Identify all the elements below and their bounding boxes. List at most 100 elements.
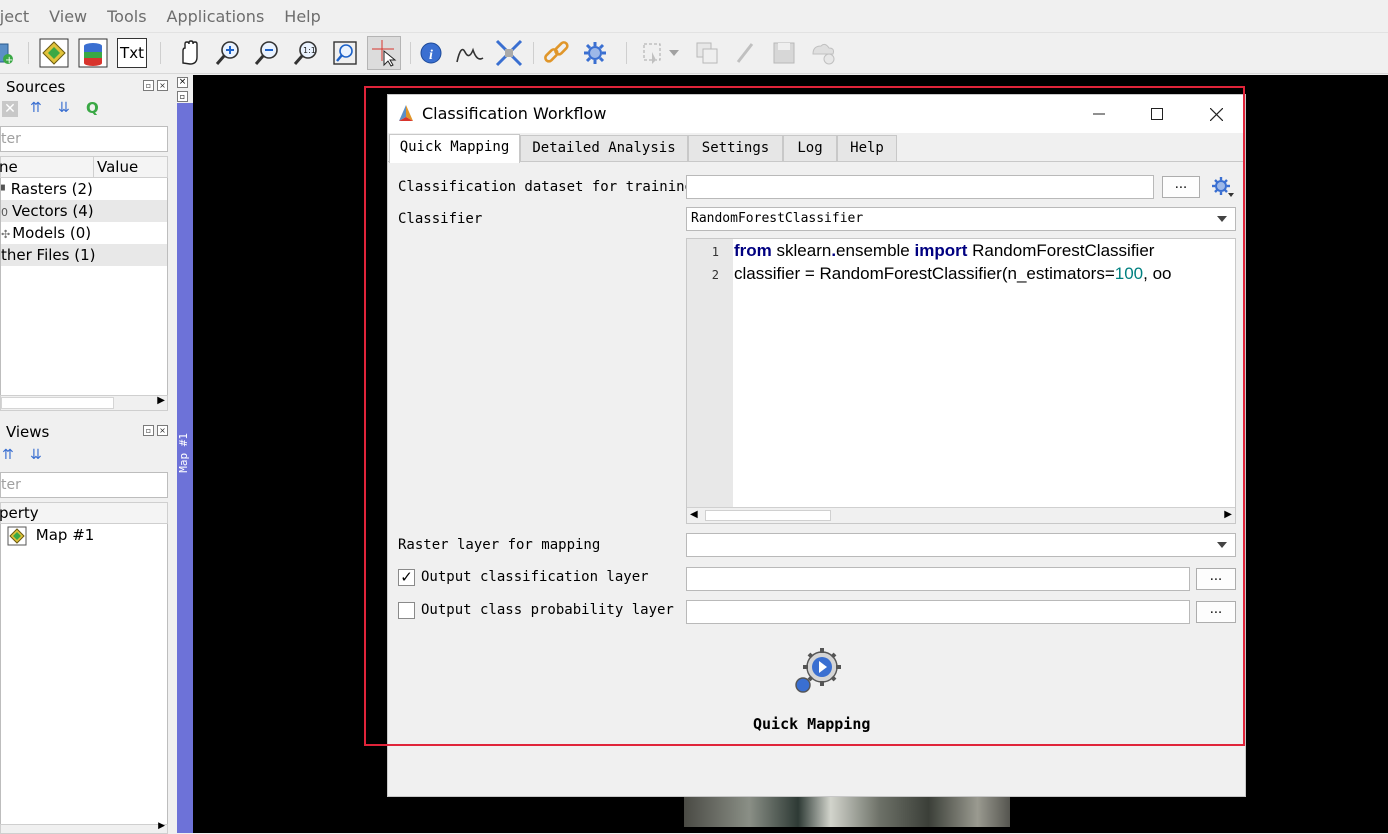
quick-mapping-button-label[interactable]: Quick Mapping bbox=[753, 715, 870, 733]
collapse-icon[interactable]: ⇈ bbox=[2, 447, 14, 463]
classification-workflow-dialog: Classification Workflow Quick Mapping De… bbox=[387, 94, 1246, 797]
tree-item-map-1[interactable]: Map #1 bbox=[1, 524, 167, 546]
data-sources-filter[interactable]: ter bbox=[0, 126, 168, 152]
menu-project[interactable]: oject bbox=[0, 7, 29, 26]
zoom-actual-icon[interactable]: 1:1 bbox=[289, 36, 323, 70]
output-probability-checkbox[interactable] bbox=[398, 602, 415, 619]
map-dock-titlebar[interactable]: Map #1 bbox=[177, 103, 193, 833]
menu-applications[interactable]: Applications bbox=[167, 7, 265, 26]
col-name-header[interactable]: ne bbox=[0, 158, 18, 176]
scroll-right-icon[interactable]: ▶ bbox=[157, 395, 165, 406]
data-sources-tree: ▘ Rasters (2) 0 Vectors (4) ✣ Models (0) th… bbox=[0, 178, 168, 397]
scroll-right-icon[interactable]: ▶ bbox=[1224, 509, 1232, 520]
editor-hscroll[interactable]: ◀ ▶ bbox=[687, 507, 1235, 523]
output-probability-field[interactable] bbox=[686, 600, 1190, 624]
quick-mapping-run-icon[interactable] bbox=[792, 645, 848, 695]
zoom-in-icon[interactable] bbox=[211, 36, 245, 70]
svg-text:1:1: 1:1 bbox=[303, 46, 316, 55]
close-icon[interactable]: × bbox=[157, 80, 168, 91]
chevron-down-icon bbox=[1217, 216, 1227, 222]
scroll-right-icon[interactable]: ▶ bbox=[158, 821, 165, 831]
training-dataset-field[interactable] bbox=[686, 175, 1154, 199]
tree-item-rasters[interactable]: ▘ Rasters (2) bbox=[1, 178, 167, 200]
chevron-down-icon[interactable] bbox=[664, 36, 684, 70]
float-icon[interactable]: ▫ bbox=[143, 80, 154, 91]
expand-icon[interactable]: ⇊ bbox=[58, 100, 70, 116]
menu-bar: oject View Tools Applications Help bbox=[0, 0, 1388, 33]
link-icon[interactable] bbox=[539, 36, 573, 70]
tab-detailed-analysis[interactable]: Detailed Analysis bbox=[520, 135, 688, 162]
expand-icon[interactable]: ⇊ bbox=[30, 447, 42, 463]
float-icon[interactable]: ▫ bbox=[177, 91, 188, 102]
map-view-icon[interactable] bbox=[37, 36, 71, 70]
output-probability-label: Output class probability layer bbox=[421, 602, 674, 618]
text-icon[interactable]: Txt bbox=[115, 36, 149, 70]
svg-text:i: i bbox=[429, 48, 433, 63]
data-views-toolbar: ⇈ ⇊ bbox=[0, 446, 60, 468]
stack-icon[interactable] bbox=[76, 36, 110, 70]
tree-item-vectors[interactable]: 0 Vectors (4) bbox=[1, 200, 167, 222]
zoom-full-icon[interactable] bbox=[328, 36, 362, 70]
gear-dropdown-icon[interactable] bbox=[1211, 176, 1235, 202]
refresh-icon[interactable]: Q bbox=[86, 99, 99, 117]
dialog-titlebar[interactable]: Classification Workflow bbox=[388, 95, 1245, 133]
remove-icon[interactable]: ✕ bbox=[2, 101, 18, 117]
code-line-1: from sklearn.ensemble import RandomFores… bbox=[734, 241, 1155, 260]
scroll-left-icon[interactable]: ◀ bbox=[690, 509, 698, 520]
settings-icon[interactable] bbox=[578, 36, 612, 70]
output-classification-label: Output classification layer bbox=[421, 569, 649, 585]
tab-quick-mapping[interactable]: Quick Mapping bbox=[389, 134, 520, 163]
save-icon[interactable] bbox=[767, 36, 801, 70]
float-icon[interactable]: ▫ bbox=[143, 425, 154, 436]
menu-view[interactable]: View bbox=[49, 7, 87, 26]
data-views-filter[interactable]: ter bbox=[0, 472, 168, 498]
tab-log[interactable]: Log bbox=[783, 135, 837, 162]
dialog-tabs: Quick Mapping Detailed Analysis Settings… bbox=[388, 134, 1245, 163]
spectral-profile-icon[interactable] bbox=[453, 36, 487, 70]
code-editor[interactable]: 1 2 from sklearn.ensemble import RandomF… bbox=[686, 238, 1236, 524]
raster-icon: ▘ bbox=[1, 186, 9, 197]
chevron-down-icon bbox=[1217, 542, 1227, 548]
output-classification-field[interactable] bbox=[686, 567, 1190, 591]
col-property-header[interactable]: perty bbox=[0, 504, 39, 522]
maximize-icon[interactable] bbox=[1142, 100, 1172, 128]
zoom-out-icon[interactable] bbox=[250, 36, 284, 70]
model-icon: ✣ bbox=[1, 228, 11, 241]
tab-settings[interactable]: Settings bbox=[688, 135, 783, 162]
data-sources-hscroll[interactable]: ▶ bbox=[0, 395, 168, 411]
info-icon[interactable]: i bbox=[414, 36, 448, 70]
training-dataset-label: Classification dataset for training bbox=[398, 179, 694, 195]
collapse-icon[interactable]: ⇈ bbox=[30, 100, 42, 116]
minimize-icon[interactable] bbox=[1084, 100, 1114, 128]
close-icon[interactable] bbox=[1201, 100, 1231, 128]
classifier-combobox[interactable]: RandomForestClassifier bbox=[686, 207, 1236, 231]
app-logo-icon bbox=[398, 104, 414, 126]
output-classification-checkbox[interactable]: ✓ bbox=[398, 569, 415, 586]
scroll-thumb[interactable] bbox=[705, 510, 831, 521]
dialog-title: Classification Workflow bbox=[422, 104, 607, 123]
raster-layer-combobox[interactable] bbox=[686, 533, 1236, 557]
add-layer-icon[interactable] bbox=[806, 36, 840, 70]
vector-icon: 0 bbox=[1, 206, 8, 219]
training-browse-button[interactable]: ... bbox=[1162, 176, 1200, 198]
pan-icon[interactable] bbox=[172, 36, 206, 70]
tree-item-other-files[interactable]: ther Files (1) bbox=[1, 244, 167, 266]
center-map-icon[interactable] bbox=[492, 36, 526, 70]
output-probability-browse-button[interactable]: ... bbox=[1196, 601, 1236, 623]
select-cursor-icon[interactable] bbox=[367, 36, 401, 70]
col-value-header[interactable]: Value bbox=[97, 158, 138, 176]
raster-preview bbox=[684, 797, 1010, 827]
line-number: 1 bbox=[711, 245, 719, 259]
tab-help[interactable]: Help bbox=[837, 135, 897, 162]
tree-item-models[interactable]: ✣ Models (0) bbox=[1, 222, 167, 244]
add-source-icon[interactable]: + bbox=[0, 36, 20, 70]
edit-icon[interactable] bbox=[728, 36, 762, 70]
menu-help[interactable]: Help bbox=[284, 7, 320, 26]
output-classification-browse-button[interactable]: ... bbox=[1196, 568, 1236, 590]
close-icon[interactable]: × bbox=[177, 77, 188, 88]
line-number-gutter: 1 2 bbox=[687, 239, 733, 507]
copy-icon[interactable] bbox=[690, 36, 724, 70]
menu-tools[interactable]: Tools bbox=[107, 7, 146, 26]
main-toolbar: + Txt 1:1 i bbox=[0, 34, 1388, 74]
close-icon[interactable]: × bbox=[157, 425, 168, 436]
